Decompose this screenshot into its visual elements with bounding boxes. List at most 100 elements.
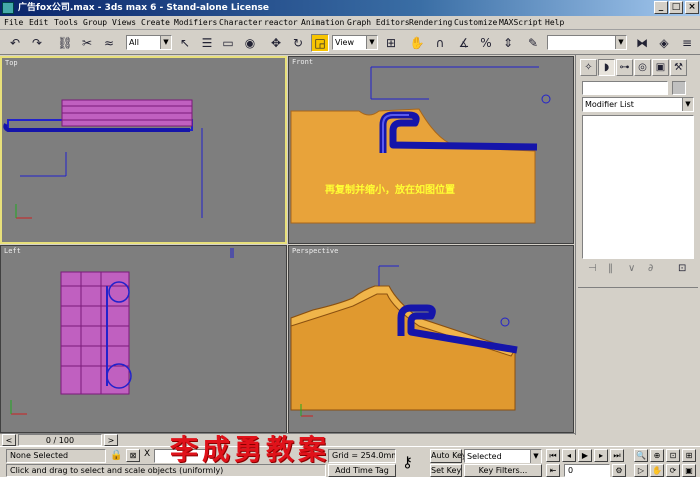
minimize-button[interactable]: _ <box>654 1 668 14</box>
hierarchy-tab-icon[interactable]: ⊶ <box>616 59 633 76</box>
menu-create[interactable]: Create <box>141 17 170 29</box>
menu-help[interactable]: Help <box>545 17 564 29</box>
angle-snap-icon[interactable]: ∡ <box>455 34 473 52</box>
scale-icon[interactable]: ◲ <box>311 34 329 52</box>
key-filters-button[interactable]: Key Filters... <box>464 464 542 477</box>
modifier-stack[interactable] <box>582 115 694 259</box>
chevron-down-icon: ▼ <box>615 36 626 49</box>
menu-customize[interactable]: Customize <box>454 17 497 29</box>
named-selection-dropdown[interactable]: ▼ <box>547 35 627 50</box>
spinner-snap-icon[interactable]: ⇕ <box>499 34 517 52</box>
object-name-input[interactable] <box>582 81 668 95</box>
maximize-button[interactable]: □ <box>669 1 683 14</box>
selection-filter-dropdown[interactable]: All ▼ <box>126 35 172 50</box>
go-to-end-icon[interactable]: ⏭ <box>610 449 624 462</box>
lock-selection-icon[interactable]: 🔒 <box>110 450 122 461</box>
annotation-text: 再复制并缩小，放在如图位置 <box>325 183 455 196</box>
unlink-icon[interactable]: ✂ <box>78 34 96 52</box>
menu-tools[interactable]: Tools <box>54 17 78 29</box>
previous-frame-icon[interactable]: ◂ <box>562 449 576 462</box>
chevron-down-icon: ▼ <box>530 450 541 463</box>
mirror-icon[interactable]: ⧓ <box>633 34 651 52</box>
viewport-front[interactable]: Front 再复制并缩小，放在如图位置 <box>288 56 574 244</box>
absolute-mode-icon[interactable]: ⊠ <box>126 449 140 462</box>
select-by-name-icon[interactable]: ☰ <box>198 34 216 52</box>
set-key-button[interactable]: Set Key <box>430 464 462 477</box>
viewport-perspective[interactable]: Perspective <box>288 245 574 433</box>
zoom-extents-all-icon[interactable]: ⊞ <box>682 449 696 462</box>
show-end-result-icon[interactable]: ‖ <box>608 263 613 274</box>
configure-sets-icon[interactable]: ⊡ <box>678 263 686 274</box>
menu-rendering[interactable]: Rendering <box>409 17 452 29</box>
menu-file[interactable]: File <box>4 17 23 29</box>
watermark-signature: 李成勇教案 <box>170 433 331 466</box>
viewport-left[interactable]: Left <box>0 245 287 433</box>
next-frame-icon[interactable]: ▸ <box>594 449 608 462</box>
edit-named-sel-icon[interactable]: ✎ <box>524 34 542 52</box>
title-bar: 广告fox公司.max - 3ds max 6 - Stand-alone Li… <box>0 0 700 16</box>
close-button[interactable]: × <box>685 1 699 14</box>
arc-rotate-icon[interactable]: ⟳ <box>666 464 680 477</box>
align-icon[interactable]: ◈ <box>655 34 673 52</box>
zoom-all-icon[interactable]: ⊕ <box>650 449 664 462</box>
utilities-tab-icon[interactable]: ⚒ <box>670 59 687 76</box>
modifier-list-dropdown[interactable]: Modifier List ▼ <box>582 97 694 112</box>
modify-tab-icon[interactable]: ◗ <box>598 59 615 76</box>
rotate-icon[interactable]: ↻ <box>289 34 307 52</box>
make-unique-icon[interactable]: ∨ <box>628 263 635 274</box>
menu-bar: File Edit Tools Group Views Create Modif… <box>0 16 700 30</box>
select-manipulate-icon[interactable]: ✋ <box>408 34 426 52</box>
pin-stack-icon[interactable]: ⊣ <box>588 263 597 274</box>
menu-character[interactable]: Character <box>219 17 262 29</box>
menu-modifiers[interactable]: Modifiers <box>174 17 217 29</box>
app-icon <box>2 2 14 14</box>
object-color-swatch[interactable] <box>672 81 686 95</box>
maximize-viewport-icon[interactable]: ▣ <box>682 464 696 477</box>
go-to-start-icon[interactable]: ⏮ <box>546 449 560 462</box>
layer-manager-icon[interactable]: ≡ <box>678 34 696 52</box>
remove-modifier-icon[interactable]: ∂ <box>648 263 653 274</box>
menu-group[interactable]: Group <box>83 17 107 29</box>
menu-edit[interactable]: Edit <box>29 17 48 29</box>
zoom-extents-icon[interactable]: ⊡ <box>666 449 680 462</box>
window-crossing-icon[interactable]: ◉ <box>241 34 259 52</box>
front-viewport-scene: 再复制并缩小，放在如图位置 <box>290 66 551 224</box>
field-of-view-icon[interactable]: ▷ <box>634 464 648 477</box>
link-icon[interactable]: ⛓ <box>56 34 74 52</box>
key-mode-dropdown[interactable]: Selected ▼ <box>464 449 542 463</box>
display-tab-icon[interactable]: ▣ <box>652 59 669 76</box>
undo-icon[interactable]: ↶ <box>6 34 24 52</box>
motion-tab-icon[interactable]: ◎ <box>634 59 651 76</box>
ref-coord-dropdown[interactable]: View ▼ <box>332 35 378 50</box>
time-back-button[interactable]: < <box>2 434 16 446</box>
auto-key-button[interactable]: Auto Key <box>430 449 467 463</box>
chevron-down-icon: ▼ <box>682 98 693 111</box>
move-icon[interactable]: ✥ <box>267 34 285 52</box>
snap-3-icon[interactable]: ∩ <box>431 34 449 52</box>
select-icon[interactable]: ↖ <box>176 34 194 52</box>
x-label: X <box>144 449 151 459</box>
bind-space-warp-icon[interactable]: ≈ <box>100 34 118 52</box>
menu-views[interactable]: Views <box>112 17 136 29</box>
selection-count: None Selected <box>6 449 106 463</box>
top-viewport-scene <box>3 99 203 219</box>
rect-region-icon[interactable]: ▭ <box>219 34 237 52</box>
redo-icon[interactable]: ↷ <box>28 34 46 52</box>
viewport-top[interactable]: Top <box>0 56 287 244</box>
key-mode-toggle-icon[interactable]: ⇤ <box>546 464 560 477</box>
percent-snap-icon[interactable]: % <box>477 34 495 52</box>
play-icon[interactable]: ▶ <box>578 449 592 462</box>
menu-animation[interactable]: Animation <box>301 17 344 29</box>
time-slider[interactable]: 0 / 100 <box>18 434 102 446</box>
menu-graph-editors[interactable]: Graph Editors <box>347 17 410 29</box>
pivot-center-icon[interactable]: ⊞ <box>382 34 400 52</box>
menu-reactor[interactable]: reactor <box>264 17 298 29</box>
pan-icon[interactable]: ✋ <box>650 464 664 477</box>
chevron-down-icon: ▼ <box>366 36 377 49</box>
create-tab-icon[interactable]: ✧ <box>580 59 597 76</box>
time-forward-button[interactable]: > <box>104 434 118 446</box>
zoom-icon[interactable]: 🔍 <box>634 449 648 462</box>
time-config-icon[interactable]: ⚙ <box>612 464 626 477</box>
menu-maxscript[interactable]: MAXScript <box>499 17 542 29</box>
current-frame-field[interactable]: 0 <box>564 464 610 477</box>
